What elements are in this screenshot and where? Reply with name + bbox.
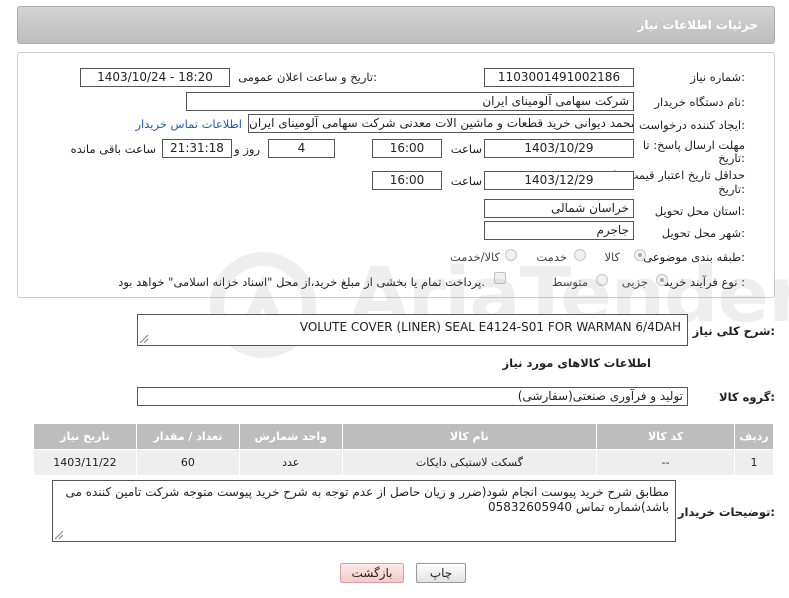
cell-row: 1: [733, 449, 775, 476]
delivery-province-field[interactable]: خراسان شمالی: [484, 199, 634, 218]
buyer-contact-link[interactable]: اطلاعات تماس خریدار: [135, 117, 242, 131]
process-medium-radio[interactable]: [596, 274, 608, 286]
category-goods-radio[interactable]: [634, 249, 646, 261]
response-deadline-label: مهلت ارسال پاسخ: تا: [642, 138, 745, 152]
process-partial-radio[interactable]: [656, 274, 668, 286]
col-need-date: تاریخ نیاز: [33, 423, 137, 450]
response-deadline-label-date: تاریخ:: [718, 151, 745, 165]
col-item-code: کد کالا: [596, 423, 735, 450]
buyer-org-field[interactable]: شرکت سهامی آلومینای ایران: [186, 92, 634, 111]
process-partial-label: جزیی: [621, 275, 648, 289]
price-validity-date[interactable]: 1403/12/29: [484, 171, 634, 190]
category-service-label: خدمت: [536, 250, 567, 264]
goods-group-label: گروه کالا:: [719, 390, 775, 404]
delivery-city-label: شهر محل تحویل:: [661, 226, 745, 240]
price-validity-time-label: ساعت: [450, 174, 482, 188]
print-button[interactable]: چاپ: [416, 563, 466, 583]
delivery-province-label: استان محل تحویل:: [654, 204, 745, 218]
cell-need-date: 1403/11/22: [33, 449, 137, 476]
category-label: طبقه بندی موضوعی:: [643, 250, 745, 264]
buyer-org-label: نام دستگاه خریدار:: [654, 95, 745, 109]
category-service-radio[interactable]: [574, 249, 586, 261]
cell-unit: عدد: [238, 449, 343, 476]
table-row[interactable]: 1403/11/22 60 عدد گسکت لاستیکی دایکات --…: [33, 449, 775, 476]
cell-item-name: گسکت لاستیکی دایکات: [341, 449, 598, 476]
buyer-notes-label: توضیحات خریدار:: [677, 505, 775, 519]
cell-quantity: 60: [135, 449, 240, 476]
resize-handle-icon[interactable]: [55, 531, 63, 539]
need-number-label: شماره نیاز:: [690, 70, 745, 84]
response-deadline-time[interactable]: 16:00: [372, 139, 442, 158]
days-label: روز و: [234, 142, 260, 156]
page-header: جزئیات اطلاعات نیاز: [17, 6, 775, 44]
requester-field[interactable]: محمد دیوانی خرید قطعات و ماشین الات معدن…: [248, 114, 634, 133]
delivery-city-field[interactable]: جاجرم: [484, 221, 634, 240]
col-row: ردیف: [733, 423, 775, 450]
requester-label: ایجاد کننده درخواست:: [639, 118, 745, 132]
response-time-label: ساعت: [450, 142, 482, 156]
goods-info-title: اطلاعات کالاهای مورد نیاز: [502, 356, 651, 370]
general-desc-field[interactable]: VOLUTE COVER (LINER) SEAL E4124-S01 FOR …: [137, 314, 688, 346]
resize-handle-icon[interactable]: [140, 335, 148, 343]
announce-datetime-field[interactable]: 1403/10/24 - 18:20: [80, 68, 230, 87]
response-deadline-date[interactable]: 1403/10/29: [484, 139, 634, 158]
category-both-radio[interactable]: [505, 249, 517, 261]
category-goods-label: کالا: [604, 250, 620, 264]
price-validity-label-date: تاریخ:: [718, 182, 745, 196]
back-button[interactable]: بازگشت: [340, 563, 404, 583]
col-quantity: تعداد / مقدار: [135, 423, 240, 450]
table-header-row: تاریخ نیاز تعداد / مقدار واحد شمارش نام …: [33, 423, 775, 450]
col-unit: واحد شمارش: [238, 423, 343, 450]
category-both-label: کالا/خدمت: [449, 250, 500, 264]
goods-table: تاریخ نیاز تعداد / مقدار واحد شمارش نام …: [33, 423, 775, 476]
need-number-field[interactable]: 1103001491002186: [484, 68, 634, 87]
general-desc-text: VOLUTE COVER (LINER) SEAL E4124-S01 FOR …: [299, 320, 681, 334]
price-validity-time[interactable]: 16:00: [372, 171, 442, 190]
treasury-payment-checkbox[interactable]: [494, 272, 506, 284]
process-medium-label: متوسط: [551, 275, 588, 289]
process-type-label: نوع فرآیند خرید :: [663, 275, 745, 289]
buyer-notes-field[interactable]: مطابق شرح خرید پیوست انجام شود(ضرر و زیا…: [52, 480, 676, 542]
announce-datetime-label: تاریخ و ساعت اعلان عمومی:: [238, 70, 377, 84]
remaining-days[interactable]: 4: [268, 139, 335, 158]
cell-item-code: --: [596, 449, 735, 476]
remaining-time[interactable]: 21:31:18: [162, 139, 232, 158]
page-title: جزئیات اطلاعات نیاز: [637, 18, 758, 32]
col-item-name: نام کالا: [341, 423, 598, 450]
general-desc-label: شرح کلی نیاز:: [692, 324, 775, 338]
treasury-payment-note: پرداخت تمام یا بخشی از مبلغ خرید،از محل …: [118, 275, 485, 289]
goods-group-field[interactable]: تولید و فرآوری صنعتی(سفارشی): [137, 387, 688, 406]
buyer-notes-text: مطابق شرح خرید پیوست انجام شود(ضرر و زیا…: [65, 485, 669, 514]
remaining-label: ساعت باقی مانده: [70, 142, 156, 156]
